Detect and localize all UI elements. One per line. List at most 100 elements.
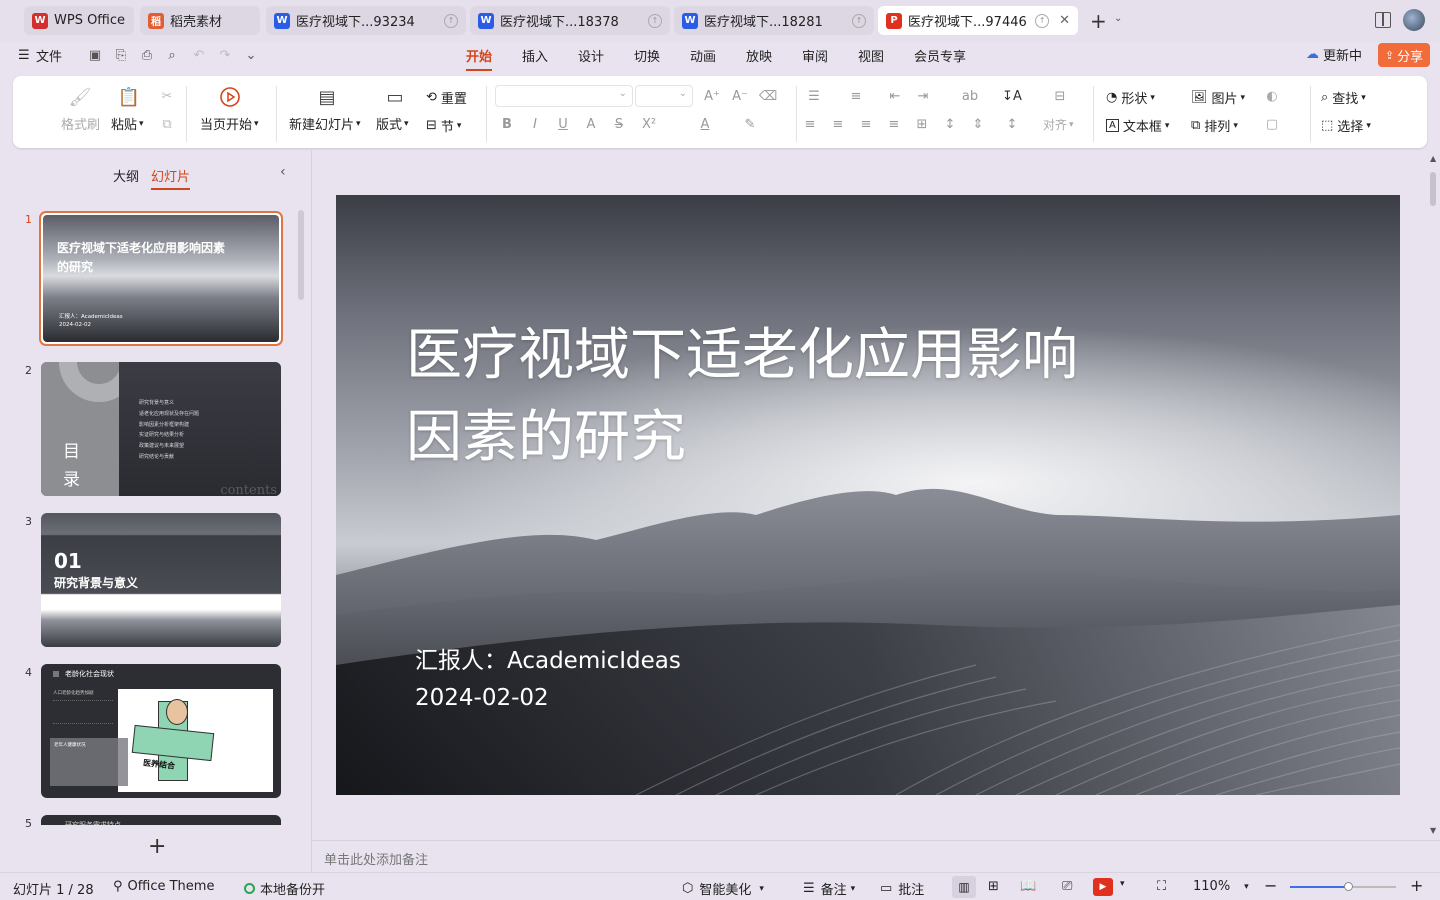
align-left-icon[interactable]: ≡ bbox=[801, 115, 819, 133]
share-button[interactable]: ⇪ 分享 bbox=[1378, 43, 1430, 67]
slide-canvas[interactable]: 医疗视域下适老化应用影响 因素的研究 汇报人：AcademicIdeas 202… bbox=[336, 195, 1400, 795]
find-button[interactable]: ⌕ 查找 ▾ bbox=[1321, 88, 1366, 107]
menu-hamburger-icon[interactable]: ☰ bbox=[18, 48, 30, 63]
panel-scrollbar[interactable] bbox=[298, 210, 304, 300]
line-spacing-icon[interactable]: ↕ bbox=[941, 115, 959, 133]
undo-icon[interactable]: ↶ bbox=[191, 47, 207, 63]
upload-icon[interactable]: ↑ bbox=[444, 13, 458, 28]
zoom-slider-thumb[interactable] bbox=[1344, 882, 1354, 891]
window-layout-icon[interactable] bbox=[1375, 12, 1391, 28]
play-from-current-button[interactable]: 当页开始 ▾ bbox=[200, 114, 259, 133]
arrange-button[interactable]: ⧉ 排列 ▾ bbox=[1191, 116, 1238, 135]
menu-member[interactable]: 会员专享 bbox=[914, 46, 966, 65]
shape-button[interactable]: ◔ 形状 ▾ bbox=[1106, 88, 1155, 107]
print-preview-icon[interactable]: ⌕ bbox=[164, 47, 180, 63]
sort-icon[interactable]: ↧A bbox=[1002, 87, 1022, 105]
upload-icon[interactable]: ↑ bbox=[852, 13, 866, 28]
more-chevron-icon[interactable]: ⌄ bbox=[243, 47, 259, 63]
slide-sorter-icon[interactable]: ⊞ bbox=[988, 879, 999, 894]
font-size-select[interactable]: ⌄ bbox=[635, 85, 693, 107]
font-color-icon[interactable]: A bbox=[696, 115, 714, 133]
superscript-icon[interactable]: X² bbox=[640, 115, 658, 133]
zoom-out-icon[interactable]: − bbox=[1264, 876, 1277, 895]
new-slide-button[interactable]: 新建幻灯片 ▾ bbox=[289, 114, 361, 133]
beautify-button[interactable]: ⬡ 智能美化 ▾ bbox=[682, 879, 764, 898]
bold-icon[interactable]: B bbox=[498, 115, 516, 133]
menu-transition[interactable]: 切换 bbox=[634, 46, 660, 65]
update-button[interactable]: ☁ 更新中 bbox=[1306, 45, 1362, 64]
slide-title[interactable]: 医疗视域下适老化应用影响 因素的研究 bbox=[406, 315, 1078, 479]
picture-button[interactable]: 🖼 图片 ▾ bbox=[1191, 88, 1245, 107]
text-direction-icon[interactable]: ab bbox=[961, 87, 979, 105]
reading-view-icon[interactable]: 📖 bbox=[1020, 879, 1036, 894]
align-button[interactable]: 对齐 ▾ bbox=[1043, 116, 1074, 133]
avatar[interactable] bbox=[1403, 9, 1425, 31]
clear-format-icon[interactable]: ⌫ bbox=[759, 87, 777, 105]
reset-button[interactable]: ⟲ 重置 bbox=[426, 88, 467, 107]
slide-thumbnail-1[interactable]: 医疗视域下适老化应用影响因素的研究 汇报人：AcademicIdeas 2024… bbox=[39, 211, 283, 346]
menu-view[interactable]: 视图 bbox=[858, 46, 884, 65]
play-slideshow-icon[interactable]: ▶ bbox=[1093, 878, 1113, 896]
chevron-down-icon[interactable]: ⌄ bbox=[1114, 13, 1122, 24]
copy-icon[interactable]: ⧉ bbox=[158, 115, 176, 133]
presenter-icon[interactable]: ⎚ bbox=[1062, 879, 1072, 894]
slide-thumbnail-5[interactable]: 研究服务需求特点 bbox=[41, 815, 281, 825]
decrease-indent-icon[interactable]: ⇤ bbox=[886, 87, 904, 105]
redo-icon[interactable]: ↷ bbox=[217, 47, 233, 63]
file-menu[interactable]: 文件 bbox=[36, 46, 62, 65]
print-icon[interactable]: ⎙ bbox=[139, 47, 155, 63]
decrease-font-icon[interactable]: A⁻ bbox=[731, 87, 749, 105]
justify-icon[interactable]: ≡ bbox=[885, 115, 903, 133]
format-painter-button[interactable]: 格式刷 bbox=[61, 114, 100, 133]
fill-icon[interactable]: ◐ bbox=[1263, 87, 1281, 105]
menu-animation[interactable]: 动画 bbox=[690, 46, 716, 65]
align-objects-icon[interactable]: ⊟ bbox=[1051, 87, 1069, 105]
new-tab-icon[interactable]: + bbox=[1090, 9, 1107, 33]
distribute-icon[interactable]: ⊞ bbox=[913, 115, 931, 133]
menu-design[interactable]: 设计 bbox=[578, 46, 604, 65]
align-right-icon[interactable]: ≡ bbox=[857, 115, 875, 133]
layout-button[interactable]: 版式 ▾ bbox=[376, 114, 409, 133]
tab-docer[interactable]: 稻 稻壳素材 bbox=[140, 6, 260, 35]
font-family-select[interactable]: ⌄ bbox=[495, 85, 633, 107]
chevron-down-icon[interactable]: ▾ bbox=[1120, 879, 1125, 889]
add-slide-icon[interactable]: + bbox=[148, 834, 166, 859]
outline-icon[interactable]: ▢ bbox=[1263, 115, 1281, 133]
fit-window-icon[interactable]: ⛶ bbox=[1157, 879, 1166, 894]
main-scrollbar[interactable]: ▲ ▼ bbox=[1427, 152, 1439, 838]
paragraph-spacing-icon[interactable]: ⇕ bbox=[969, 115, 987, 133]
tab-doc-18378[interactable]: W 医疗视域下...18378 ↑ bbox=[470, 6, 670, 35]
tab-wps-office[interactable]: W WPS Office bbox=[24, 6, 134, 35]
save-icon[interactable]: ▣ bbox=[87, 47, 103, 63]
scroll-thumb[interactable] bbox=[1430, 172, 1436, 206]
normal-view-icon[interactable]: ▥ bbox=[952, 876, 976, 898]
slide-subtitle[interactable]: 汇报人：AcademicIdeas 2024-02-02 bbox=[415, 643, 681, 717]
slides-tab[interactable]: 幻灯片 bbox=[151, 166, 191, 190]
tab-doc-93234[interactable]: W 医疗视域下...93234 ↑ bbox=[266, 6, 466, 35]
spacing-dropdown-icon[interactable]: ↕ bbox=[1003, 115, 1021, 133]
collapse-panel-icon[interactable]: ‹ bbox=[280, 164, 286, 180]
cut-icon[interactable]: ✂ bbox=[158, 87, 176, 105]
menu-insert[interactable]: 插入 bbox=[522, 46, 548, 65]
backup-status[interactable]: 本地备份开 bbox=[244, 879, 325, 898]
menu-slideshow[interactable]: 放映 bbox=[746, 46, 772, 65]
tab-doc-18281[interactable]: W 医疗视域下...18281 ↑ bbox=[674, 6, 874, 35]
close-tab-icon[interactable]: ✕ bbox=[1059, 13, 1070, 28]
comments-button[interactable]: ▭ 批注 bbox=[880, 879, 924, 898]
text-shadow-icon[interactable]: A bbox=[582, 115, 600, 133]
theme-button[interactable]: ⚲ Office Theme bbox=[113, 879, 214, 894]
zoom-slider[interactable] bbox=[1290, 882, 1396, 891]
menu-start[interactable]: 开始 bbox=[466, 46, 493, 71]
textbox-button[interactable]: A 文本框 ▾ bbox=[1106, 116, 1169, 135]
bullet-list-icon[interactable]: ☰ bbox=[805, 87, 823, 105]
zoom-in-icon[interactable]: + bbox=[1410, 876, 1423, 895]
italic-icon[interactable]: I bbox=[526, 115, 544, 133]
numbered-list-icon[interactable]: ≡ bbox=[847, 87, 865, 105]
upload-icon[interactable]: ↑ bbox=[1035, 13, 1050, 28]
outline-tab[interactable]: 大纲 bbox=[113, 166, 139, 185]
underline-icon[interactable]: U bbox=[554, 115, 572, 133]
upload-icon[interactable]: ↑ bbox=[648, 13, 662, 28]
section-button[interactable]: ⊟ 节 ▾ bbox=[426, 116, 461, 135]
increase-font-icon[interactable]: A⁺ bbox=[703, 87, 721, 105]
scroll-up-icon[interactable]: ▲ bbox=[1430, 154, 1436, 163]
